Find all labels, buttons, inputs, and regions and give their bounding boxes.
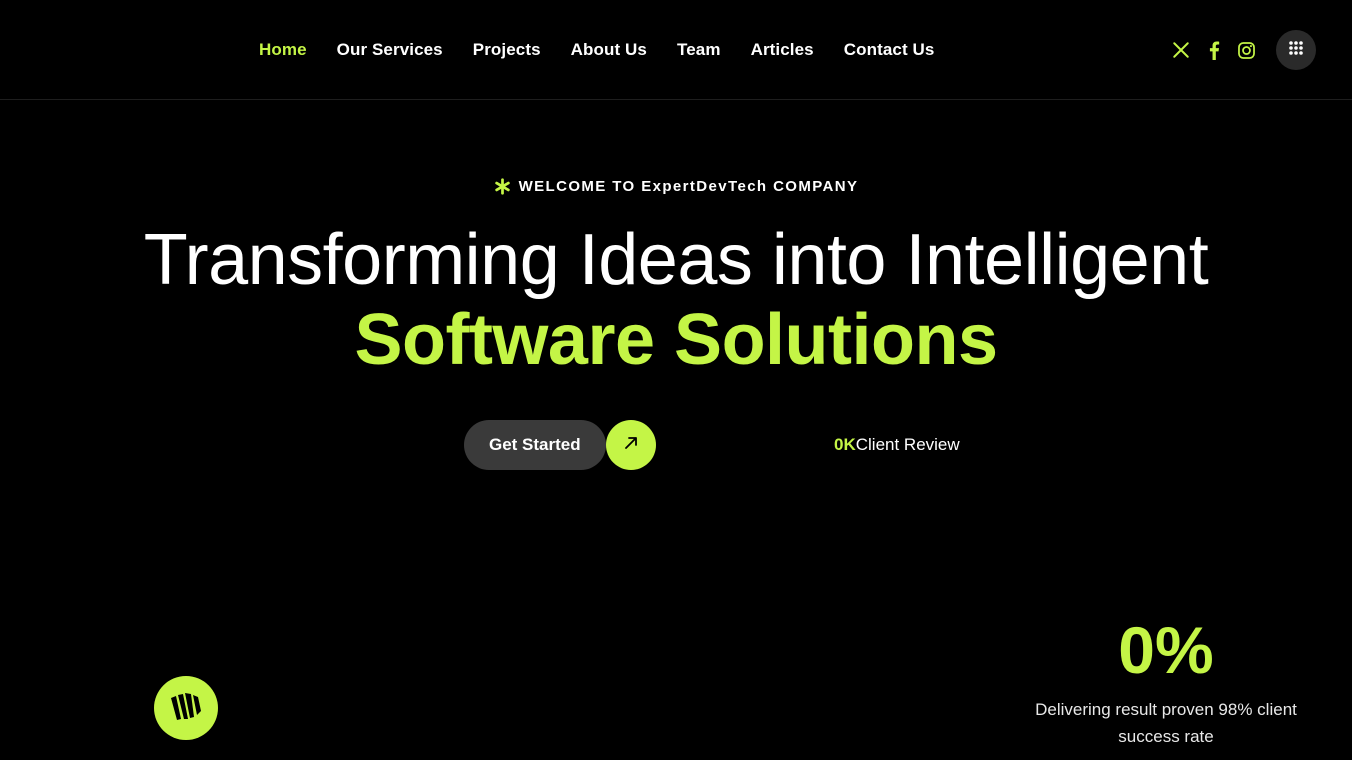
x-icon[interactable] xyxy=(1171,41,1190,60)
welcome-tagline: WELCOME TO ExpertDevTech COMPANY xyxy=(0,178,1352,195)
menu-button[interactable] xyxy=(1276,30,1316,70)
main-nav: Home Our Services Projects About Us Team… xyxy=(259,0,934,100)
nav-home[interactable]: Home xyxy=(259,40,307,60)
arrow-up-right-icon xyxy=(624,436,638,455)
nav-about-us[interactable]: About Us xyxy=(571,40,647,60)
nav-contact-us[interactable]: Contact Us xyxy=(844,40,935,60)
client-review-count: 0K xyxy=(834,435,856,454)
page: Home Our Services Projects About Us Team… xyxy=(0,0,1352,760)
site-header: Home Our Services Projects About Us Team… xyxy=(0,0,1352,100)
social-links xyxy=(1171,0,1256,100)
hero-title-line2: Software Solutions xyxy=(354,300,998,380)
instagram-icon[interactable] xyxy=(1237,41,1256,60)
hero-title-line1: Transforming Ideas into Intelligent xyxy=(143,220,1209,300)
get-started-arrow-button[interactable] xyxy=(605,420,656,470)
asterisk-icon xyxy=(494,178,511,195)
grid-dots-icon xyxy=(1288,40,1304,61)
client-review: 0KClient Review xyxy=(834,435,960,455)
get-started-group: Get Started xyxy=(464,420,656,470)
brand-logo-icon xyxy=(166,686,206,731)
brand-logo-badge xyxy=(154,676,218,740)
get-started-button[interactable]: Get Started xyxy=(464,420,606,470)
stat-description: Delivering result proven 98% client succ… xyxy=(1035,700,1297,746)
nav-our-services[interactable]: Our Services xyxy=(337,40,443,60)
client-review-label: Client Review xyxy=(855,435,960,454)
nav-projects[interactable]: Projects xyxy=(473,40,541,60)
welcome-text: WELCOME TO ExpertDevTech COMPANY xyxy=(518,178,859,195)
facebook-icon[interactable] xyxy=(1204,41,1223,60)
nav-articles[interactable]: Articles xyxy=(751,40,814,60)
nav-team[interactable]: Team xyxy=(677,40,721,60)
success-rate-stat: 0% Delivering result proven 98% client s… xyxy=(1020,612,1312,750)
stat-value: 0% xyxy=(1118,613,1214,687)
